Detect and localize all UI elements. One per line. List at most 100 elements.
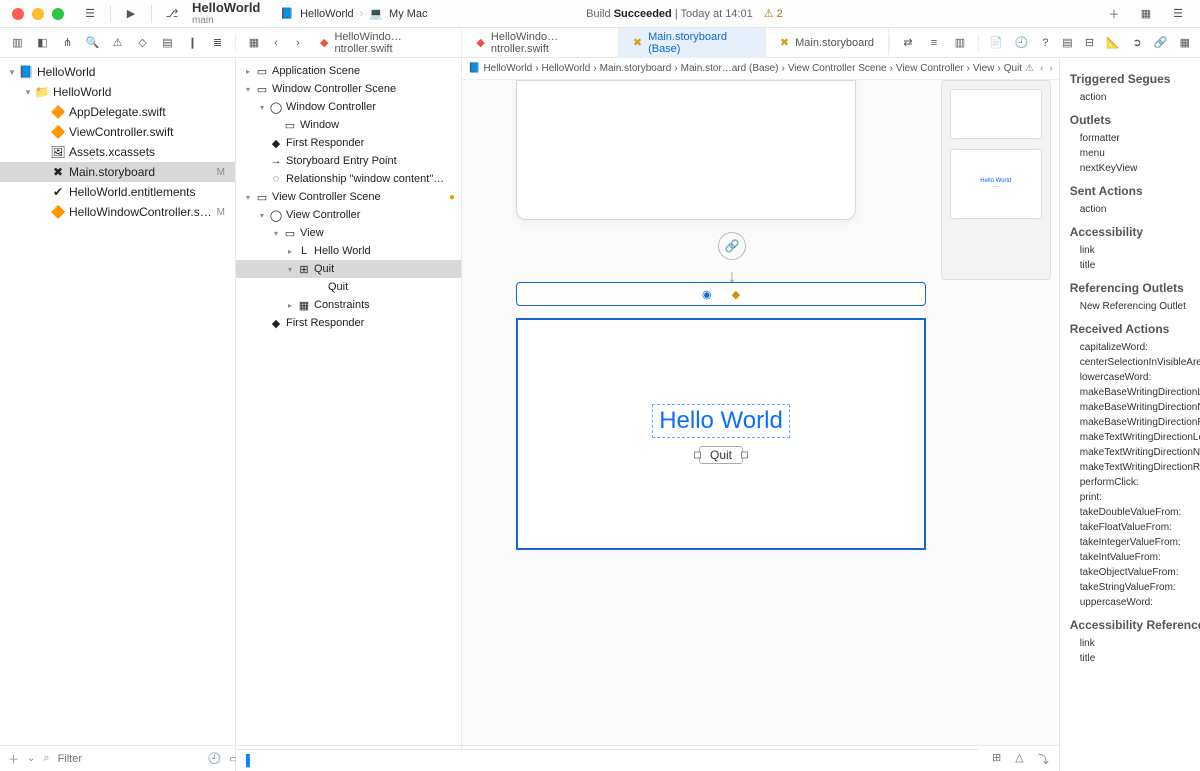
disclosure-icon[interactable]: ▾ [284, 265, 296, 274]
disclosure-icon[interactable]: ▾ [6, 67, 18, 78]
activity-status[interactable]: Build Succeeded | Today at 14:01 ⚠ 2 [586, 7, 783, 20]
effects-inspector-icon[interactable]: ▦ [1180, 35, 1190, 51]
connection-row[interactable]: lowercaseWord: [1070, 370, 1200, 385]
navigator-row[interactable]: ▾📁HelloWorld [0, 82, 235, 102]
symbol-navigator-icon[interactable]: ⋔ [60, 35, 75, 51]
breadcrumb-item[interactable]: HelloWorld [542, 63, 591, 74]
connection-row[interactable]: print: [1070, 490, 1200, 505]
connection-row[interactable]: takeFloatValueFrom: [1070, 520, 1200, 535]
outline-row[interactable]: ◆First Responder [236, 314, 461, 332]
breadcrumb-item[interactable]: HelloWorld [483, 63, 532, 74]
breakpoint-navigator-icon[interactable]: ❙ [185, 35, 200, 51]
issue-navigator-icon[interactable]: ⚠ [110, 35, 125, 51]
navigator-row[interactable]: ✖︎Main.storyboardM [0, 162, 235, 182]
forward-button[interactable]: › [290, 35, 306, 51]
navigator-row[interactable]: ▾📘HelloWorld [0, 62, 235, 82]
editor-tab[interactable]: ✖︎Main.storyboard (Base) [619, 28, 766, 58]
outline-row[interactable]: ▭Window [236, 116, 461, 134]
source-control-navigator-icon[interactable]: ◧ [35, 35, 50, 51]
editor-tab[interactable]: ◆HelloWindo…ntroller.swift [462, 28, 618, 58]
disclosure-icon[interactable]: ▸ [284, 301, 296, 310]
next-issue-button[interactable]: › [1049, 63, 1052, 74]
outline-row[interactable]: ◆First Responder [236, 134, 461, 152]
add-editor-icon[interactable]: ▥ [952, 35, 968, 51]
connection-row[interactable]: nextKeyView [1070, 161, 1200, 176]
connection-row[interactable]: New Referencing Outlet [1070, 299, 1200, 314]
debug-bar[interactable]: ▌ [236, 749, 978, 771]
disclosure-icon[interactable]: ▾ [256, 211, 268, 220]
connection-row[interactable]: menu [1070, 146, 1200, 161]
connection-row[interactable]: takeStringValueFrom: [1070, 580, 1200, 595]
bindings-inspector-icon[interactable]: 🔗 [1154, 35, 1168, 51]
first-responder-icon[interactable]: ◆ [732, 288, 740, 301]
scene-dock[interactable]: ◉ ◆ [516, 282, 926, 306]
scheme-selector[interactable]: 📘HelloWorld › 💻My Mac [280, 7, 427, 20]
connection-row[interactable]: makeBaseWritingDirectionRightToLeft: [1070, 415, 1200, 430]
add-constraints-button[interactable]: ⊞ [992, 751, 1001, 767]
close-window[interactable] [12, 8, 24, 20]
project-navigator-icon[interactable]: ▥ [10, 35, 25, 51]
test-navigator-icon[interactable]: ◇ [135, 35, 150, 51]
debug-area-toggle-icon[interactable]: ▌ [246, 755, 254, 767]
connection-row[interactable]: centerSelectionInVisibleArea: [1070, 355, 1200, 370]
outline-row[interactable]: ▾⊞Quit [236, 260, 461, 278]
connection-row[interactable]: formatter [1070, 131, 1200, 146]
file-inspector-icon[interactable]: 📄 [989, 35, 1003, 51]
connection-row[interactable]: makeTextWritingDirectionLeftToRight: [1070, 430, 1200, 445]
toggle-inspector-icon[interactable]: ☰ [1164, 0, 1192, 28]
connection-row[interactable]: makeBaseWritingDirectionLeftToRight: [1070, 385, 1200, 400]
view-controller-icon[interactable]: ◉ [702, 288, 712, 301]
disclosure-icon[interactable]: ▾ [242, 85, 254, 94]
breadcrumb-item[interactable]: Main.stor…ard (Base) [681, 63, 779, 74]
attributes-inspector-icon[interactable]: ⊟ [1085, 35, 1095, 51]
connection-row[interactable]: title [1070, 258, 1200, 273]
connection-row[interactable]: makeTextWritingDirectionNatural: [1070, 445, 1200, 460]
identity-inspector-icon[interactable]: ▤ [1062, 35, 1072, 51]
disclosure-icon[interactable]: ▾ [270, 229, 282, 238]
connection-row[interactable]: action [1070, 90, 1200, 105]
run-button[interactable]: ▶ [117, 0, 145, 28]
view-controller-view[interactable]: Hello World Quit [516, 318, 926, 550]
report-navigator-icon[interactable]: ≣ [210, 35, 225, 51]
editor-tab[interactable]: ✖︎Main.storyboard [766, 28, 889, 58]
connection-row[interactable]: makeBaseWritingDirectionNatural: [1070, 400, 1200, 415]
warning-icon[interactable]: ● [449, 192, 461, 203]
outline-row[interactable]: ▾◯View Controller [236, 206, 461, 224]
navigator-row[interactable]: 🖼Assets.xcassets [0, 142, 235, 162]
outline-tree[interactable]: ▸▭Application Scene▾▭Window Controller S… [236, 58, 461, 745]
navigator-row[interactable]: 🔶HelloWindowController.s…M [0, 202, 235, 222]
interface-builder-canvas[interactable]: 🔗 ↓ ◉ ◆ Hello World Quit Hello World–– [462, 80, 1059, 745]
help-inspector-icon[interactable]: ? [1040, 35, 1050, 51]
disclosure-icon[interactable]: ▾ [256, 103, 268, 112]
debug-navigator-icon[interactable]: ▤ [160, 35, 175, 51]
connection-row[interactable]: takeIntValueFrom: [1070, 550, 1200, 565]
outline-row[interactable]: ▾▭View [236, 224, 461, 242]
connection-row[interactable]: uppercaseWord: [1070, 595, 1200, 610]
breadcrumb-item[interactable]: Quit [1004, 63, 1022, 74]
warning-nav-icon[interactable]: ⚠ [1025, 63, 1034, 74]
connection-row[interactable]: capitalizeWord: [1070, 340, 1200, 355]
outline-row[interactable]: →Storyboard Entry Point [236, 152, 461, 170]
navigator-tree[interactable]: ▾📘HelloWorld▾📁HelloWorld🔶AppDelegate.swi… [0, 58, 235, 745]
library-button[interactable]: ▦ [1132, 0, 1160, 28]
quit-button[interactable]: Quit [699, 446, 743, 464]
adjust-editor-icon[interactable]: ≡ [926, 35, 942, 51]
outline-row[interactable]: ▾▭View Controller Scene● [236, 188, 461, 206]
prev-issue-button[interactable]: ‹ [1040, 63, 1043, 74]
add-tab-button[interactable]: ＋ [1100, 0, 1128, 28]
navigator-row[interactable]: ✔︎HelloWorld.entitlements [0, 182, 235, 202]
outline-row[interactable]: ▸▭Application Scene [236, 62, 461, 80]
connection-row[interactable]: link [1070, 636, 1200, 651]
project-block[interactable]: HelloWorld main [192, 1, 260, 26]
history-inspector-icon[interactable]: 🕘 [1015, 35, 1029, 51]
hello-world-label[interactable]: Hello World [652, 404, 790, 438]
related-items-icon[interactable]: ▦ [246, 35, 262, 51]
size-inspector-icon[interactable]: 📐 [1106, 35, 1120, 51]
minimize-window[interactable] [32, 8, 44, 20]
connection-row[interactable]: title [1070, 651, 1200, 666]
zoom-window[interactable] [52, 8, 64, 20]
editor-tab[interactable]: ◆HelloWindo…ntroller.swift [306, 28, 462, 58]
outline-row[interactable]: ◌Relationship "window content"… [236, 170, 461, 188]
breadcrumb-item[interactable]: Main.storyboard [600, 63, 672, 74]
connection-row[interactable]: action [1070, 202, 1200, 217]
